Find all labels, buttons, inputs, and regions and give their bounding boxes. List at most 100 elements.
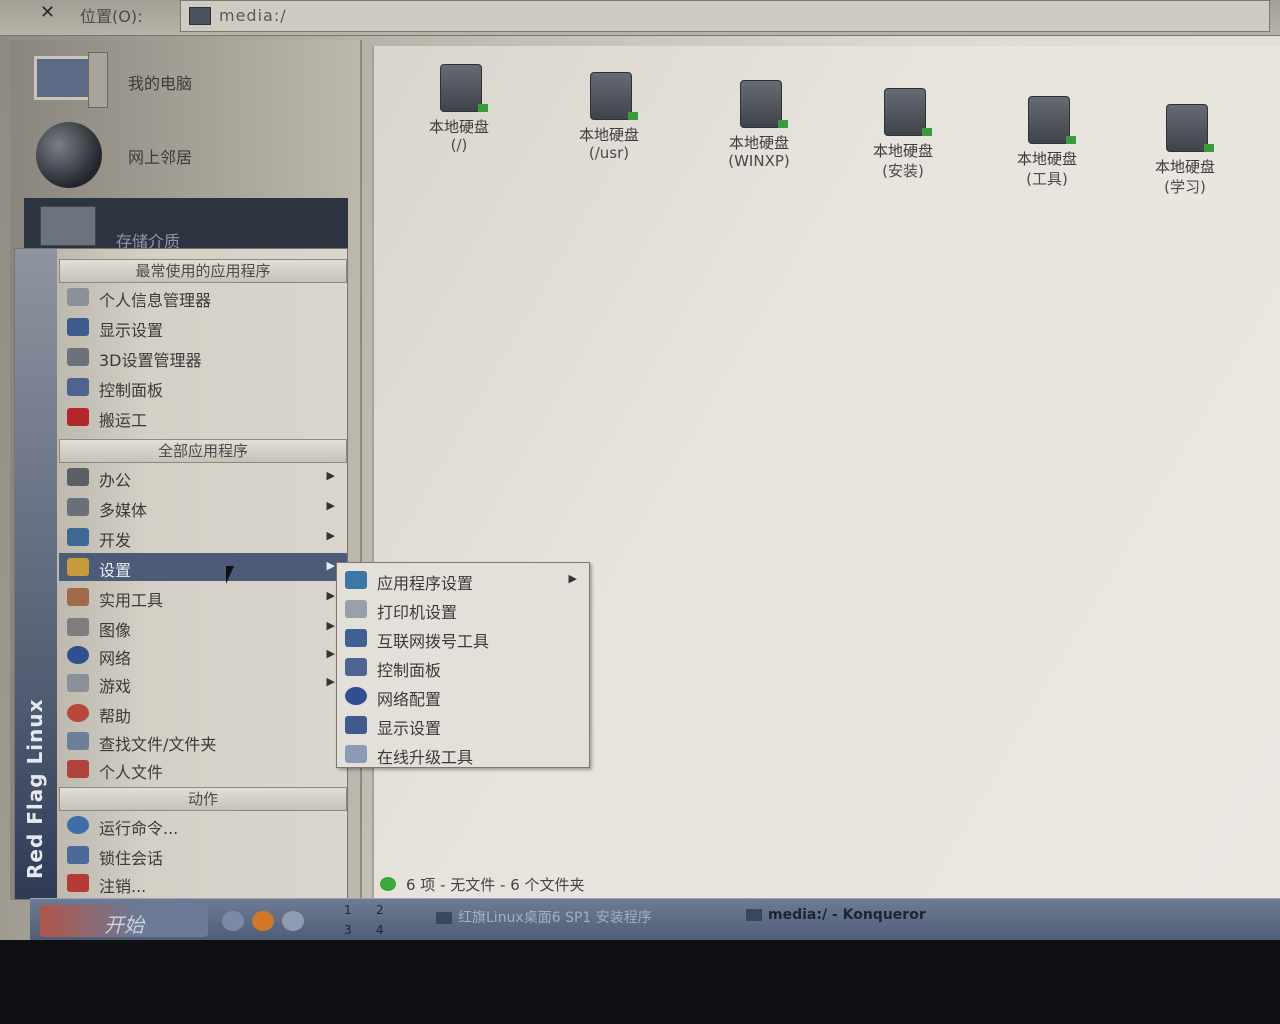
drive-install[interactable]: 本地硬盘 (安装) [848,88,958,218]
drive-mount: (WINXP) [728,152,790,170]
sidebar-item-label: 网上邻居 [128,148,193,167]
display-icon [67,318,89,336]
drive-study[interactable]: 本地硬盘 (学习) [1130,104,1240,234]
submenu-item-display[interactable]: 显示设置 [337,710,589,738]
hard-disk-icon [1166,104,1208,152]
menu-item-label: 多媒体 [99,501,148,520]
desktop-2[interactable]: 2 [376,903,384,917]
sidebar-item-my-computer[interactable]: 我的电脑 [30,48,350,118]
mouse-cursor-icon [226,566,234,584]
desktop-1[interactable]: 1 [344,903,352,917]
submenu-item-online-update[interactable]: 在线升级工具 [337,739,589,767]
menu-item-label: 个人信息管理器 [99,291,212,310]
app-settings-icon [345,571,367,589]
drive-root[interactable]: 本地硬盘 (/) [404,64,514,194]
menu-item-label: 锁住会话 [99,849,164,868]
location-value: media:/ [219,6,287,25]
dialup-icon [345,629,367,647]
submenu-arrow-icon: ▶ [326,675,335,688]
task-konqueror[interactable]: media:/ - Konqueror [746,907,926,935]
submenu-item-label: 互联网拨号工具 [377,632,490,651]
menu-item-label: 显示设置 [99,321,164,340]
menu-item-find-files[interactable]: 查找文件/文件夹 [59,727,347,755]
submenu-item-label: 显示设置 [377,719,442,738]
start-button[interactable]: 开始 [40,905,208,937]
start-label: 开始 [104,913,144,937]
globe-icon [36,122,102,188]
drive-mount: (学习) [1164,178,1206,196]
pim-icon [67,288,89,306]
submenu-item-label: 网络配置 [377,690,442,709]
menu-item-label: 控制面板 [99,381,164,400]
location-input[interactable]: media:/ [180,0,1270,32]
desktop-3[interactable]: 3 [344,923,352,937]
menu-item-pim[interactable]: 个人信息管理器 [59,283,347,311]
clear-location-icon[interactable]: ✕ [40,2,66,23]
menu-item-multimedia[interactable]: 多媒体 ▶ [59,493,347,521]
menu-item-logout[interactable]: 注销... [59,869,347,897]
menu-item-internet[interactable]: 网络 ▶ [59,641,347,669]
storage-icon [40,206,96,246]
home-icon [67,760,89,778]
menu-item-settings[interactable]: 设置 ▶ [59,553,347,581]
menu-item-label: 查找文件/文件夹 [99,735,217,754]
image-icon [67,618,89,636]
section-all-apps: 全部应用程序 [59,439,347,463]
sidebar-item-network[interactable]: 网上邻居 [30,122,350,192]
menu-item-graphics[interactable]: 图像 ▶ [59,613,347,641]
hard-disk-icon [884,88,926,136]
menu-item-porter[interactable]: 搬运工 [59,403,347,431]
start-menu: Red Flag Linux 最常使用的应用程序 个人信息管理器 显示设置 3D… [14,248,348,900]
network-config-icon [345,687,367,705]
control-panel-icon [67,378,89,396]
section-actions: 动作 [59,787,347,811]
file-view[interactable]: 本地硬盘 (/) 本地硬盘 (/usr) 本地硬盘 (WINXP) 本地硬盘 (… [372,46,1280,902]
brand-text: Red Flag Linux [23,698,47,879]
submenu-item-label: 打印机设置 [377,603,458,622]
menu-item-run-command[interactable]: 运行命令... [59,811,347,839]
sidebar-item-storage[interactable]: 存储介质 [24,198,348,252]
menu-item-help[interactable]: 帮助 [59,699,347,727]
firefox-icon[interactable] [252,911,274,931]
quicklaunch-icon[interactable] [222,911,244,931]
submenu-item-control-panel[interactable]: 控制面板 [337,652,589,680]
submenu-item-app-settings[interactable]: 应用程序设置 ▶ [337,565,589,593]
drive-winxp[interactable]: 本地硬盘 (WINXP) [704,80,814,210]
menu-item-control-panel[interactable]: 控制面板 [59,373,347,401]
menu-item-3d-settings[interactable]: 3D设置管理器 [59,343,347,371]
drive-label: 本地硬盘 [428,118,489,136]
drive-mount: (工具) [1026,170,1068,188]
submenu-item-label: 在线升级工具 [377,748,474,767]
menu-item-games[interactable]: 游戏 ▶ [59,669,347,697]
submenu-item-dialup[interactable]: 互联网拨号工具 [337,623,589,651]
menu-item-lock-session[interactable]: 锁住会话 [59,841,347,869]
task-installer[interactable]: 红旗Linux桌面6 SP1 安装程序 [436,907,652,935]
menu-item-home[interactable]: 个人文件 [59,755,347,783]
drive-label: 本地硬盘 [872,142,933,160]
network-icon [67,646,89,664]
submenu-item-printer[interactable]: 打印机设置 [337,594,589,622]
drive-usr[interactable]: 本地硬盘 (/usr) [554,72,664,202]
settings-submenu: 应用程序设置 ▶ 打印机设置 互联网拨号工具 控制面板 网络配置 显示设置 在线… [336,562,590,768]
menu-item-development[interactable]: 开发 ▶ [59,523,347,551]
menu-item-label: 个人文件 [99,763,164,782]
sidebar-item-label: 我的电脑 [128,74,193,93]
menu-item-utilities[interactable]: 实用工具 ▶ [59,583,347,611]
menu-item-label: 游戏 [99,677,132,696]
find-icon [67,732,89,750]
drive-mount: (/) [450,136,468,154]
section-recent-apps: 最常使用的应用程序 [59,259,347,283]
submenu-arrow-icon: ▶ [326,499,335,512]
submenu-item-network-config[interactable]: 网络配置 [337,681,589,709]
file-manager-icon[interactable] [282,911,304,931]
run-icon [67,816,89,834]
drive-tools[interactable]: 本地硬盘 (工具) [992,96,1102,226]
menu-item-display[interactable]: 显示设置 [59,313,347,341]
office-icon [67,468,89,486]
drive-label: 本地硬盘 [728,134,789,152]
menu-item-office[interactable]: 办公 ▶ [59,463,347,491]
drive-label: 本地硬盘 [1016,150,1077,168]
desktop-4[interactable]: 4 [376,923,384,937]
drive-label: 本地硬盘 [578,126,639,144]
status-icon [380,877,396,891]
